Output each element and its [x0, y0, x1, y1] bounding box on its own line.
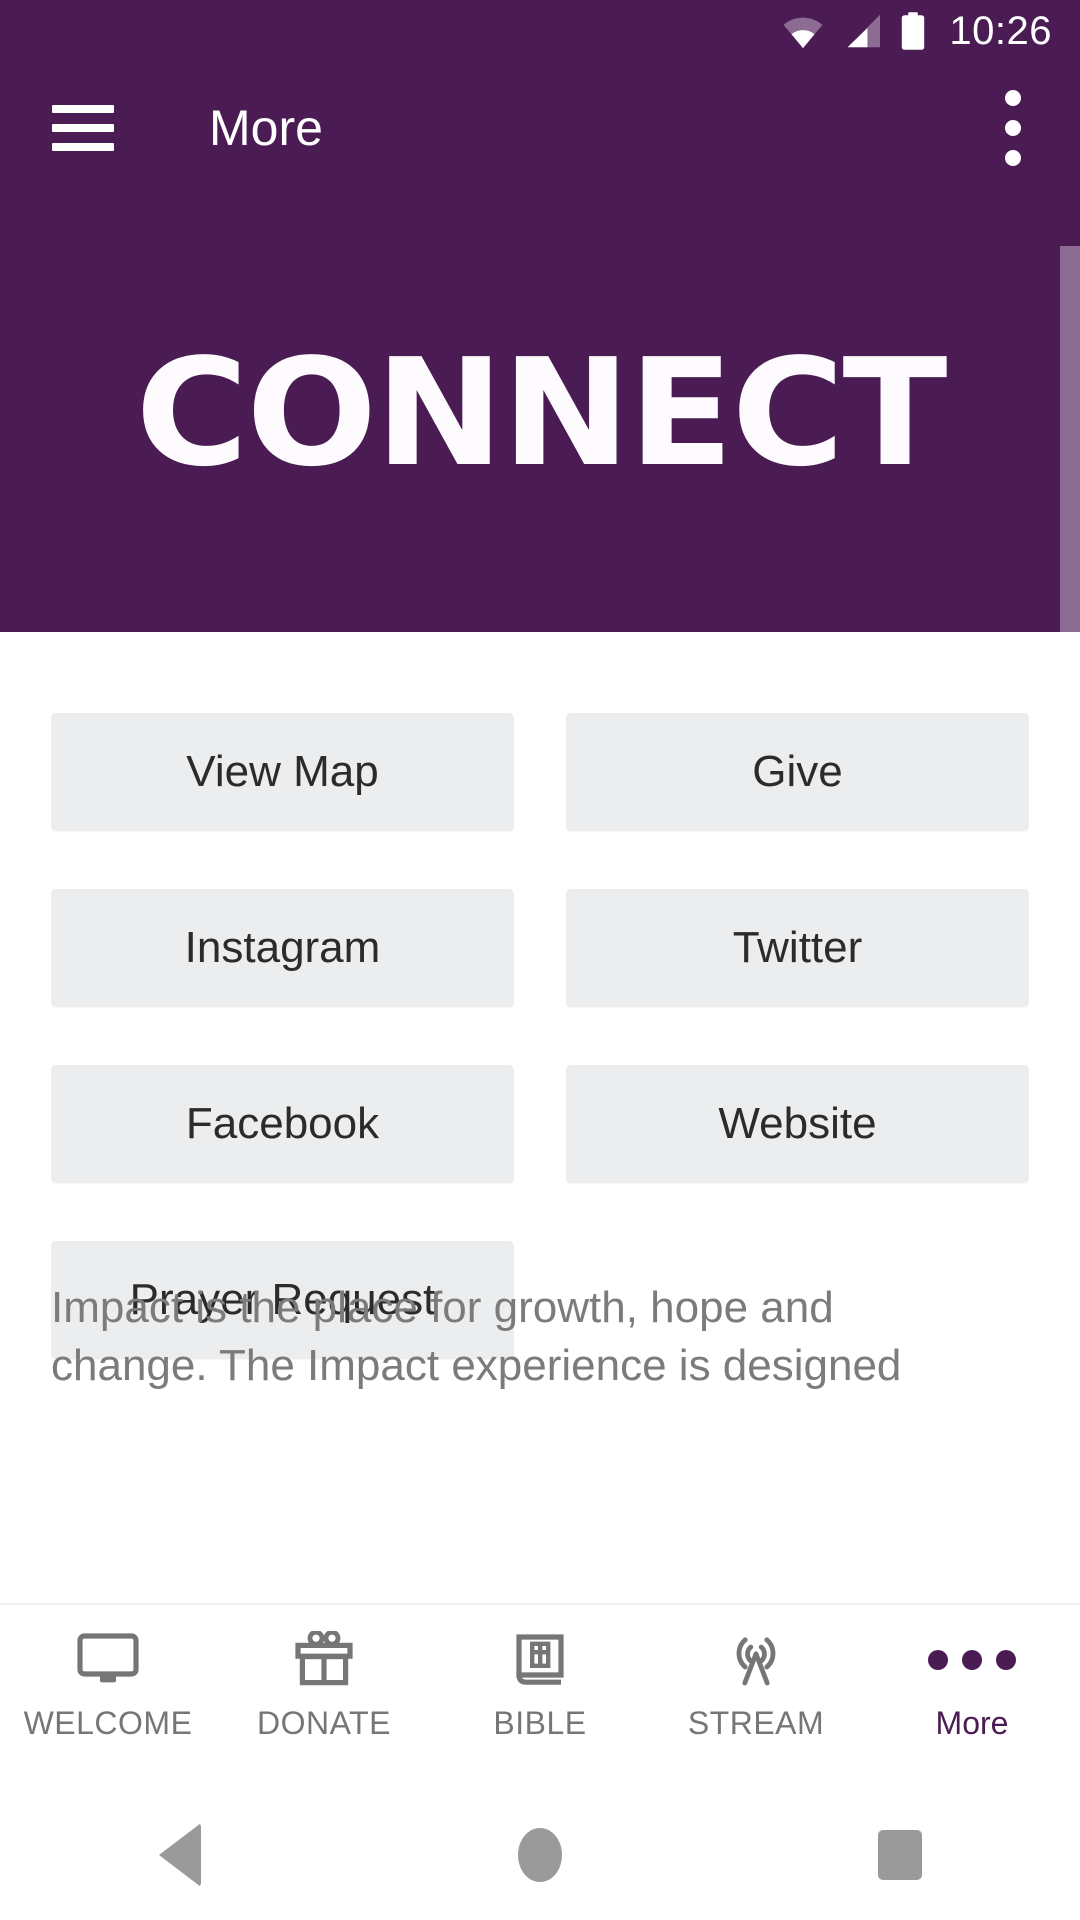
connect-banner: CONNECT: [0, 194, 1080, 632]
nav-back-button[interactable]: [0, 1823, 360, 1887]
tab-bible[interactable]: BIBLE: [432, 1605, 648, 1792]
tab-more[interactable]: More: [864, 1605, 1080, 1792]
button-view-map[interactable]: View Map: [51, 713, 514, 831]
tab-label: STREAM: [687, 1705, 825, 1741]
button-instagram[interactable]: Instagram: [51, 889, 514, 1007]
link-button-grid: View Map Give Instagram Twitter Facebook…: [0, 713, 1080, 1359]
tab-donate[interactable]: DONATE: [216, 1605, 432, 1792]
button-label: Give: [752, 747, 843, 796]
battery-icon: [899, 11, 927, 51]
hamburger-menu-icon[interactable]: [52, 105, 114, 151]
back-triangle-icon: [159, 1823, 201, 1887]
status-time: 10:26: [949, 9, 1052, 53]
broadcast-tower-icon: [726, 1627, 786, 1693]
status-bar: 10:26: [0, 0, 1080, 62]
three-dots-icon: [928, 1627, 1016, 1693]
android-nav-bar: [0, 1790, 1080, 1920]
button-website[interactable]: Website: [566, 1065, 1029, 1183]
button-label: Facebook: [185, 1099, 380, 1148]
page-title: More: [209, 100, 323, 156]
button-give[interactable]: Give: [566, 713, 1029, 831]
button-twitter[interactable]: Twitter: [566, 889, 1029, 1007]
tab-label: DONATE: [257, 1705, 391, 1741]
tab-welcome[interactable]: WELCOME: [0, 1605, 216, 1792]
phone-screen: 10:26 More CONNECT View Map Give Instagr…: [0, 0, 1080, 1920]
overflow-menu-icon[interactable]: [994, 78, 1032, 178]
tab-label: BIBLE: [493, 1705, 587, 1741]
nav-home-button[interactable]: [360, 1828, 720, 1882]
gift-icon: [294, 1627, 354, 1693]
button-label: View Map: [186, 747, 379, 796]
button-label: Website: [718, 1099, 877, 1148]
bottom-tab-bar: WELCOME DONATE BIBLE STREAM More: [0, 1603, 1080, 1790]
content-area: View Map Give Instagram Twitter Facebook…: [0, 632, 1080, 1603]
wifi-icon: [781, 13, 825, 49]
app-bar: More: [0, 62, 1080, 194]
tab-label: WELCOME: [23, 1705, 193, 1741]
button-facebook[interactable]: Facebook: [51, 1065, 514, 1183]
scrollbar-thumb[interactable]: [1060, 246, 1080, 632]
bible-book-icon: [511, 1627, 569, 1693]
cellular-signal-icon: [841, 13, 883, 49]
description-text: Impact is the place for growth, hope and…: [51, 1283, 902, 1391]
home-circle-icon: [518, 1828, 562, 1882]
button-label: Twitter: [732, 923, 863, 972]
banner-wordmark: CONNECT: [135, 327, 947, 499]
tab-label: More: [935, 1705, 1009, 1741]
button-label: Instagram: [184, 923, 381, 972]
nav-recents-button[interactable]: [720, 1830, 1080, 1880]
recents-square-icon: [878, 1830, 922, 1880]
tab-stream[interactable]: STREAM: [648, 1605, 864, 1792]
monitor-icon: [75, 1627, 141, 1693]
